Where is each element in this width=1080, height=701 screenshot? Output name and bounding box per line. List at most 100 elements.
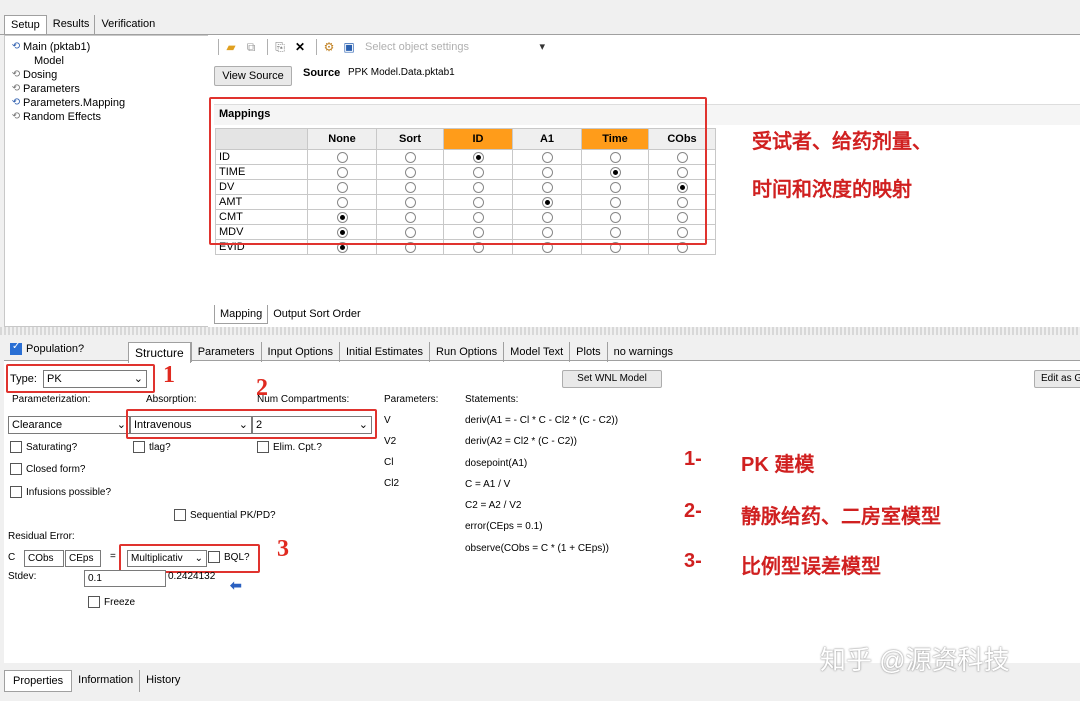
- edit-as-button[interactable]: Edit as G: [1034, 370, 1080, 388]
- population-check-icon: [10, 341, 22, 355]
- delete-icon[interactable]: ✕: [292, 39, 308, 55]
- cobs-field[interactable]: CObs: [24, 550, 64, 567]
- tree-item-parameters[interactable]: ⟲ Parameters: [9, 82, 208, 96]
- freeze-checkbox[interactable]: Freeze: [88, 596, 135, 609]
- checkbox-icon: [88, 596, 100, 609]
- checkbox-icon: [10, 441, 22, 454]
- param-v2: V2: [384, 436, 397, 447]
- main-icon: ⟲: [11, 41, 21, 52]
- settings-icon[interactable]: ⚙: [321, 39, 337, 55]
- tab-verification[interactable]: Verification: [94, 15, 162, 34]
- tab-model-text[interactable]: Model Text: [503, 342, 569, 362]
- top-tabs: Setup Results Verification: [4, 15, 162, 35]
- toolbar-separator: [218, 39, 219, 55]
- tab-initial-estimates[interactable]: Initial Estimates: [338, 342, 429, 362]
- population-label: Population?: [26, 343, 85, 355]
- bottom-tabs: Properties Information History: [4, 670, 186, 692]
- population-checkbox[interactable]: Population?: [10, 341, 85, 355]
- warnings-status: no warnings: [606, 342, 679, 362]
- open-icon[interactable]: ▰: [223, 39, 239, 55]
- legend-text-1: PK 建模: [741, 454, 815, 476]
- set-wnl-model-button[interactable]: Set WNL Model: [562, 370, 662, 388]
- mapping-subtabs: Mapping Output Sort Order: [214, 305, 366, 324]
- tab-structure[interactable]: Structure: [128, 342, 191, 363]
- splitter[interactable]: [0, 327, 1080, 335]
- saturating-label: Saturating?: [26, 442, 78, 453]
- tab-history[interactable]: History: [140, 670, 186, 692]
- tree-label: Parameters: [23, 83, 80, 95]
- tab-plots[interactable]: Plots: [569, 342, 606, 362]
- checkbox-icon: [174, 509, 186, 522]
- checkbox-icon: [257, 441, 269, 454]
- tree-item-random-effects[interactable]: ⟲ Random Effects: [9, 110, 208, 124]
- copy-icon[interactable]: ⧉: [243, 39, 259, 55]
- stdev-field[interactable]: 0.1: [84, 570, 166, 587]
- tree-item-model[interactable]: Model: [9, 54, 208, 68]
- toolbar-separator: [267, 39, 268, 55]
- tree-label: Random Effects: [23, 111, 102, 123]
- tab-parameters[interactable]: Parameters: [190, 342, 261, 362]
- marker-1: 1: [163, 362, 175, 388]
- statement: deriv(A1 = - Cl * C - Cl2 * (C - C2)): [465, 415, 619, 426]
- infusions-checkbox[interactable]: Infusions possible?: [10, 486, 112, 499]
- elim-label: Elim. Cpt.?: [273, 442, 322, 453]
- marker-3: 3: [277, 536, 289, 562]
- tab-properties[interactable]: Properties: [4, 670, 73, 692]
- tree-label: Main (pktab1): [23, 41, 91, 53]
- tlag-checkbox[interactable]: tlag?: [133, 441, 171, 454]
- tree-label: Model: [34, 55, 64, 67]
- parameterization-label: Parameterization:: [12, 394, 91, 405]
- structure-tabs: Structure Parameters Input Options Initi…: [128, 342, 679, 363]
- absorption-highlight-box: [126, 409, 377, 439]
- paste-icon[interactable]: ⎘: [272, 39, 288, 55]
- marker-2: 2: [256, 375, 268, 401]
- view-source-button[interactable]: View Source: [214, 66, 292, 86]
- parameterization-value: Clearance: [12, 419, 63, 431]
- tree-label: Dosing: [23, 69, 58, 81]
- chevron-down-icon: ⌄: [116, 419, 126, 431]
- ceps-field[interactable]: CEps: [65, 550, 101, 567]
- stdev-value: 0.1: [88, 573, 102, 584]
- closed-form-checkbox[interactable]: Closed form?: [10, 463, 85, 476]
- tab-run-options[interactable]: Run Options: [429, 342, 503, 362]
- tree-item-parameters-mapping[interactable]: ⟲ Parameters.Mapping: [9, 96, 208, 110]
- parameters-label: Parameters:: [384, 394, 439, 405]
- error-model-highlight-box: [119, 544, 260, 573]
- tab-input-options[interactable]: Input Options: [260, 342, 339, 362]
- tree-item-main[interactable]: ⟲ Main (pktab1): [9, 40, 208, 54]
- sequential-checkbox[interactable]: Sequential PK/PD?: [174, 509, 276, 522]
- checkbox-icon: [133, 441, 145, 454]
- checkbox-icon: [10, 486, 22, 499]
- mapping-icon: ⟲: [11, 97, 21, 108]
- saturating-checkbox[interactable]: Saturating?: [10, 441, 78, 454]
- tree-item-dosing[interactable]: ⟲ Dosing: [9, 68, 208, 82]
- cobs-value: CObs: [28, 553, 54, 564]
- c-label: C: [8, 552, 16, 563]
- save-icon[interactable]: ▣: [341, 39, 357, 55]
- elim-cpt-checkbox[interactable]: Elim. Cpt.?: [257, 441, 322, 454]
- tab-setup[interactable]: Setup: [4, 15, 47, 35]
- statement: deriv(A2 = Cl2 * (C - C2)): [465, 436, 577, 447]
- tab-results[interactable]: Results: [45, 15, 96, 34]
- parameterization-select[interactable]: Clearance ⌄: [8, 416, 130, 434]
- type-highlight-box: [6, 364, 155, 393]
- select-object-settings[interactable]: Select object settings ▾: [365, 39, 545, 55]
- residual-error-label: Residual Error:: [8, 531, 75, 542]
- num-compartments-label: Num Compartments:: [257, 394, 350, 405]
- infusions-label: Infusions possible?: [26, 487, 112, 498]
- param-cl2: Cl2: [384, 478, 400, 489]
- legend-num-3: 3-: [684, 550, 702, 572]
- tab-mapping[interactable]: Mapping: [214, 305, 269, 324]
- param-cl: Cl: [384, 457, 394, 468]
- watermark: 知乎 @源资科技: [820, 645, 1010, 675]
- statement: error(CEps = 0.1): [465, 521, 543, 532]
- tab-output-sort-order[interactable]: Output Sort Order: [268, 305, 365, 324]
- arrow-left-icon[interactable]: ⬅: [230, 577, 242, 594]
- dosing-icon: ⟲: [11, 69, 21, 80]
- mapping-toolbar: ▰ ⧉ ⎘ ✕ ⚙ ▣ Select object settings ▾: [214, 37, 545, 57]
- statement: C = A1 / V: [465, 479, 511, 490]
- param-v: V: [384, 415, 391, 426]
- statement: observe(CObs = C * (1 + CEps)): [465, 543, 609, 554]
- parameters-icon: ⟲: [11, 83, 21, 94]
- tab-information[interactable]: Information: [72, 670, 141, 692]
